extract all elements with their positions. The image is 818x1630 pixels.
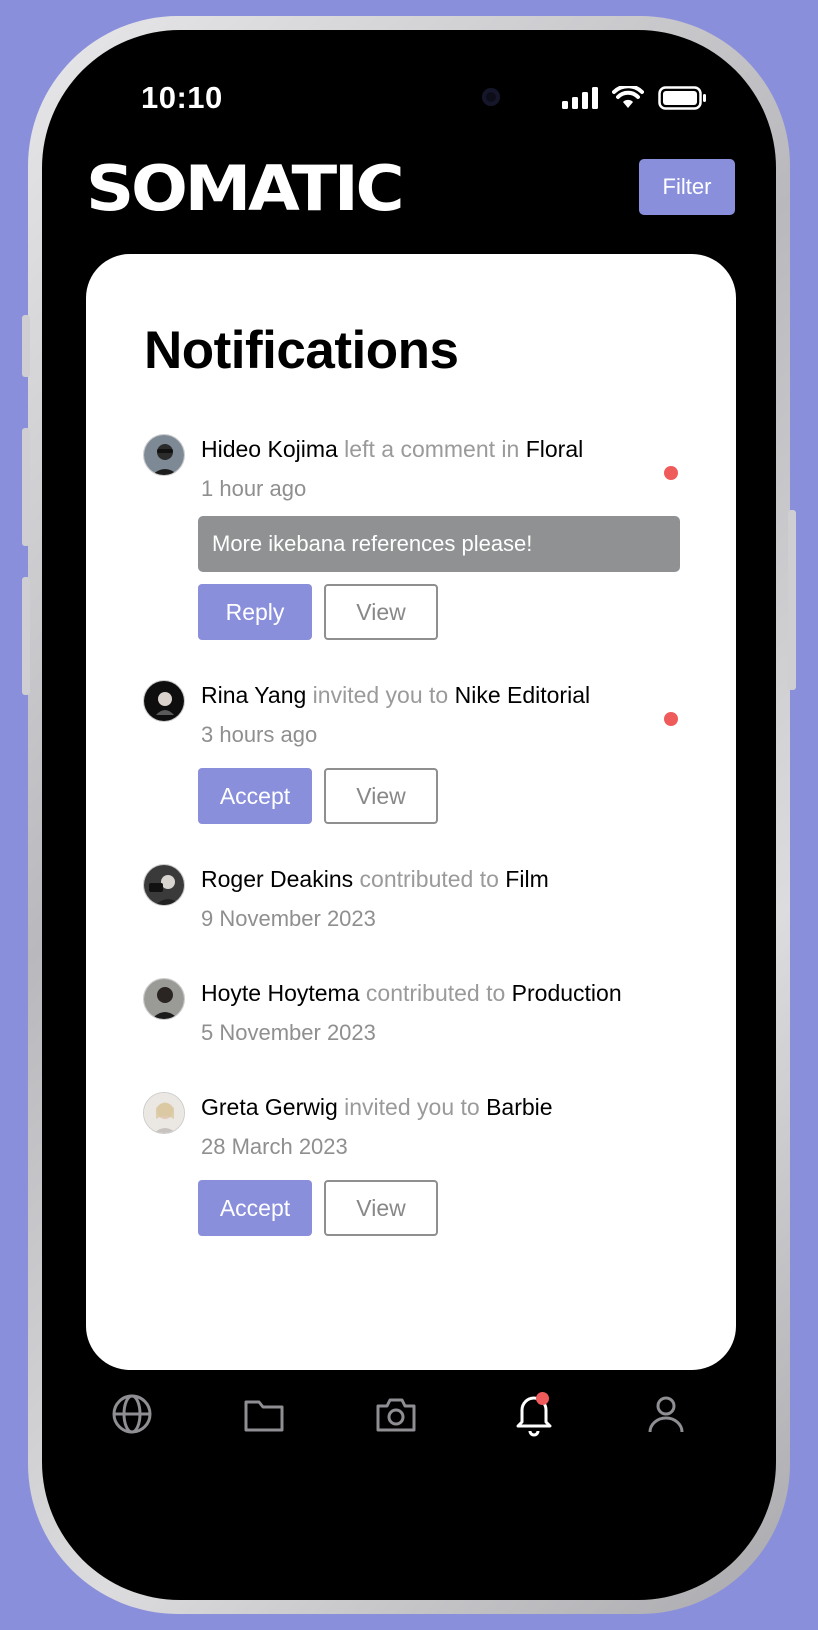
unread-indicator	[664, 712, 678, 726]
comment-preview: More ikebana references please!	[198, 516, 680, 572]
notification-text: Hoyte Hoytema contributed to Production	[201, 980, 622, 1007]
notification-action: contributed to	[359, 980, 512, 1006]
filter-button[interactable]: Filter	[639, 159, 735, 215]
notification-user[interactable]: Rina Yang	[201, 682, 306, 708]
notification-user[interactable]: Hideo Kojima	[201, 436, 338, 462]
notification-text: Roger Deakins contributed to Film	[201, 866, 549, 893]
status-icons	[562, 86, 708, 110]
notification-time: 1 hour ago	[201, 476, 307, 501]
view-button[interactable]: View	[324, 1180, 438, 1236]
notification-time: 5 November 2023	[201, 1020, 376, 1045]
battery-icon	[658, 86, 706, 110]
notification-item: Greta Gerwig invited you to Barbie 28 Ma…	[143, 1092, 703, 1242]
camera-icon[interactable]	[374, 1392, 418, 1436]
notification-time: 3 hours ago	[201, 722, 318, 747]
notification-text: Rina Yang invited you to Nike Editorial	[201, 682, 590, 709]
notification-action: contributed to	[353, 866, 506, 892]
notification-user[interactable]: Greta Gerwig	[201, 1094, 338, 1120]
notification-time: 28 March 2023	[201, 1134, 348, 1159]
notification-item: Roger Deakins contributed to Film 9 Nove…	[143, 864, 703, 944]
view-button[interactable]: View	[324, 584, 438, 640]
notification-badge	[536, 1392, 549, 1405]
avatar[interactable]	[143, 1092, 185, 1134]
notification-action: left a comment in	[337, 436, 526, 462]
wifi-icon	[612, 86, 644, 108]
notification-target[interactable]: Nike Editorial	[455, 682, 591, 708]
avatar[interactable]	[143, 434, 185, 476]
notification-item: Hideo Kojima left a comment in Floral 1 …	[143, 434, 703, 644]
page-title: Notifications	[144, 321, 459, 380]
avatar[interactable]	[143, 680, 185, 722]
app-logo: SOMATIC	[86, 152, 405, 225]
avatar[interactable]	[143, 864, 185, 906]
notification-user[interactable]: Roger Deakins	[201, 866, 353, 892]
cellular-signal-icon	[562, 87, 598, 109]
notifications-card: Notifications Hideo Kojima left a commen…	[86, 254, 736, 1370]
unread-indicator	[664, 466, 678, 480]
phone-screen: 10:10 SOMATIC Filter Notifications Hideo…	[42, 30, 776, 1600]
notification-text: Greta Gerwig invited you to Barbie	[201, 1094, 553, 1121]
notification-target[interactable]: Floral	[526, 436, 584, 462]
reply-button[interactable]: Reply	[198, 584, 312, 640]
front-camera	[482, 88, 500, 106]
bell-icon[interactable]	[512, 1390, 556, 1437]
notification-target[interactable]: Production	[512, 980, 622, 1006]
profile-icon[interactable]	[644, 1392, 688, 1436]
avatar[interactable]	[143, 978, 185, 1020]
view-button[interactable]: View	[324, 768, 438, 824]
notification-user[interactable]: Hoyte Hoytema	[201, 980, 360, 1006]
notification-target[interactable]: Film	[505, 866, 548, 892]
status-time: 10:10	[141, 80, 223, 115]
phone-action-button	[22, 315, 30, 377]
phone-volume-down-button	[22, 577, 30, 695]
notification-action: invited you to	[306, 682, 455, 708]
notification-action: invited you to	[337, 1094, 487, 1120]
folder-icon[interactable]	[242, 1392, 286, 1436]
globe-icon[interactable]	[110, 1392, 154, 1436]
notification-item: Hoyte Hoytema contributed to Production …	[143, 978, 703, 1058]
notification-item: Rina Yang invited you to Nike Editorial …	[143, 680, 703, 830]
phone-volume-up-button	[22, 428, 30, 546]
notification-time: 9 November 2023	[201, 906, 376, 931]
notification-text: Hideo Kojima left a comment in Floral	[201, 436, 583, 463]
phone-power-button	[788, 510, 796, 690]
accept-button[interactable]: Accept	[198, 1180, 312, 1236]
notification-target[interactable]: Barbie	[486, 1094, 552, 1120]
accept-button[interactable]: Accept	[198, 768, 312, 824]
